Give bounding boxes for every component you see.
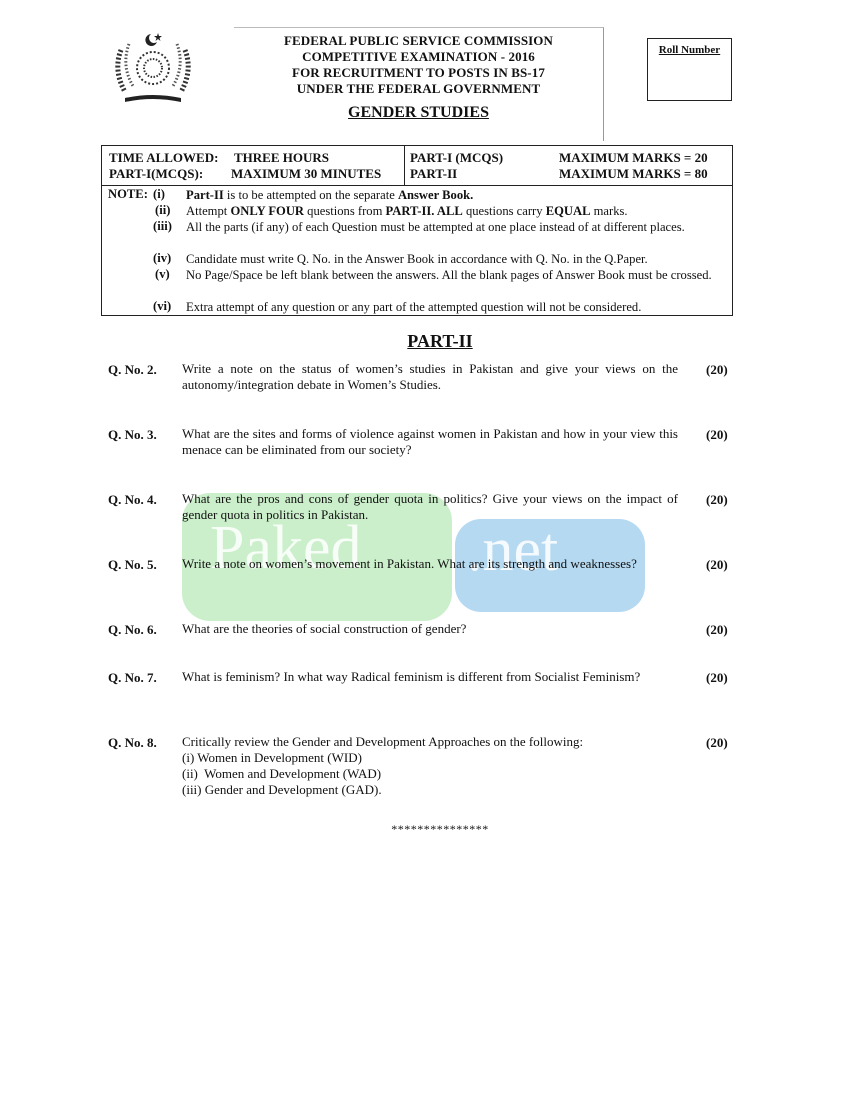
end-of-paper-marker: *************** bbox=[391, 822, 489, 836]
mcq-time-label: PART-I(MCQS): bbox=[109, 166, 204, 181]
part2-label: PART-II bbox=[410, 166, 458, 181]
question-label: Q. No. 2. bbox=[108, 362, 157, 377]
mcq-time-value: MAXIMUM 30 MINUTES bbox=[231, 166, 382, 181]
question-marks: (20) bbox=[706, 362, 728, 377]
question-marks: (20) bbox=[706, 557, 728, 572]
note-number: (i) bbox=[153, 187, 165, 201]
note-item: All the parts (if any) of each Question … bbox=[186, 220, 685, 234]
question-label: Q. No. 5. bbox=[108, 557, 157, 572]
question-marks: (20) bbox=[706, 735, 728, 750]
exam-name: COMPETITIVE EXAMINATION - 2016 bbox=[302, 49, 535, 64]
question-text: Write a note on the status of women’s st… bbox=[182, 361, 678, 392]
part1-marks: MAXIMUM MARKS = 20 bbox=[559, 150, 708, 165]
question-text: What are the pros and cons of gender quo… bbox=[182, 491, 678, 522]
note-number: (v) bbox=[155, 267, 170, 281]
instructions-table: TIME ALLOWED: THREE HOURS PART-I(MCQS): … bbox=[101, 145, 733, 316]
table-divider bbox=[404, 146, 405, 185]
note-item: No Page/Space be left blank between the … bbox=[186, 268, 712, 282]
question-text-main: Critically review the Gender and Develop… bbox=[182, 734, 584, 749]
question-marks: (20) bbox=[706, 492, 728, 507]
recruitment-line: FOR RECRUITMENT TO POSTS IN BS-17 bbox=[292, 65, 545, 80]
exam-title-block: FEDERAL PUBLIC SERVICE COMMISSION COMPET… bbox=[234, 27, 604, 141]
government-line: UNDER THE FEDERAL GOVERNMENT bbox=[296, 81, 541, 96]
question-label: Q. No. 4. bbox=[108, 492, 157, 507]
question-marks: (20) bbox=[706, 427, 728, 442]
government-emblem-icon bbox=[107, 30, 199, 108]
question-marks: (20) bbox=[706, 622, 728, 637]
sub-item-gad: (iii) Gender and Development (GAD). bbox=[182, 782, 382, 797]
part1-label: PART-I (MCQS) bbox=[410, 150, 504, 165]
question-text: What are the sites and forms of violence… bbox=[182, 426, 678, 457]
question-text: Write a note on women’s movement in Paki… bbox=[182, 556, 637, 571]
subject-title: GENDER STUDIES bbox=[348, 104, 489, 121]
note-number: (ii) bbox=[155, 203, 171, 217]
note-number: (iv) bbox=[153, 251, 172, 265]
question-text: Critically review the Gender and Develop… bbox=[182, 734, 678, 798]
question-text: What is feminism? In what way Radical fe… bbox=[182, 669, 641, 684]
question-label: Q. No. 6. bbox=[108, 622, 157, 637]
part2-marks: MAXIMUM MARKS = 80 bbox=[559, 166, 708, 181]
question-label: Q. No. 8. bbox=[108, 735, 157, 750]
commission-title: FEDERAL PUBLIC SERVICE COMMISSION bbox=[283, 33, 554, 48]
time-allowed-value: THREE HOURS bbox=[234, 150, 329, 165]
part2-heading: PART-II bbox=[407, 331, 473, 351]
note-label: NOTE: bbox=[108, 187, 148, 201]
note-number: (vi) bbox=[153, 299, 172, 313]
question-label: Q. No. 7. bbox=[108, 670, 157, 685]
note-number: (iii) bbox=[153, 219, 172, 233]
question-marks: (20) bbox=[706, 670, 728, 685]
sub-item-wid: (i) Women in Development (WID) bbox=[182, 750, 362, 765]
roll-number-label: Roll Number bbox=[658, 44, 721, 56]
note-item: Candidate must write Q. No. in the Answe… bbox=[186, 252, 648, 266]
note-item: Attempt ONLY FOUR questions from PART-II… bbox=[186, 204, 628, 218]
time-allowed-label: TIME ALLOWED: bbox=[109, 150, 219, 165]
note-item: Extra attempt of any question or any par… bbox=[186, 300, 642, 314]
roll-number-box[interactable]: Roll Number bbox=[647, 38, 732, 101]
question-label: Q. No. 3. bbox=[108, 427, 157, 442]
time-marks-row: TIME ALLOWED: THREE HOURS PART-I(MCQS): … bbox=[102, 146, 732, 186]
question-text: What are the theories of social construc… bbox=[182, 621, 467, 636]
sub-item-wad: (ii) Women and Development (WAD) bbox=[182, 766, 382, 781]
note-item: Part-II is to be attempted on the separa… bbox=[186, 188, 474, 202]
